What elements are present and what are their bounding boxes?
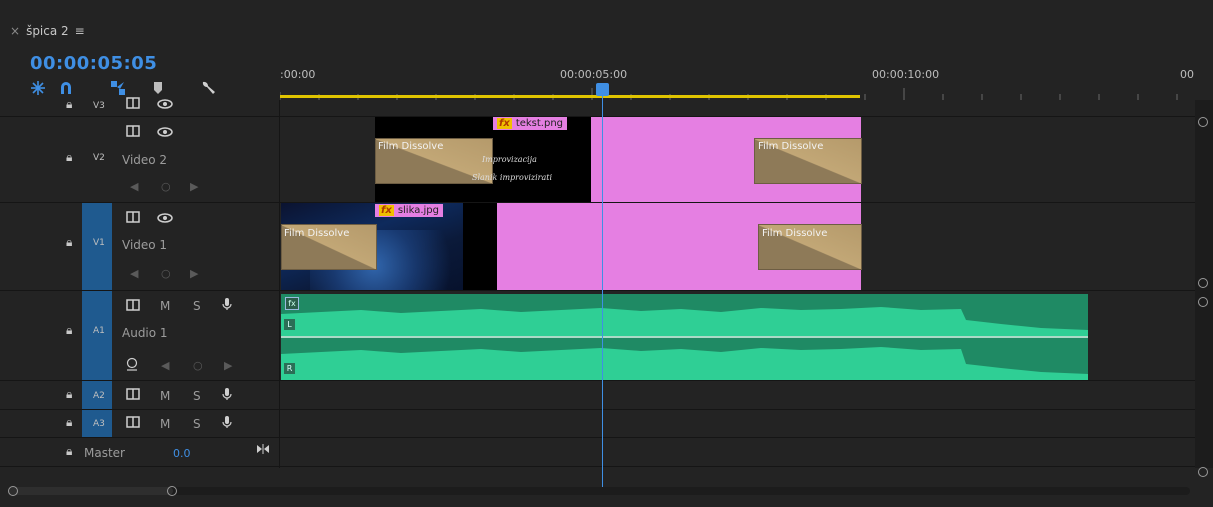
transition-label: Film Dissolve <box>762 228 828 239</box>
fx-badge[interactable]: fx <box>497 118 512 129</box>
zoom-scroll-track <box>8 487 1190 495</box>
playhead-handle[interactable] <box>596 83 609 96</box>
track-divider <box>0 409 1195 410</box>
audio-waveform <box>281 307 1088 380</box>
track-a3-name[interactable]: A3 <box>93 419 105 429</box>
eye-icon[interactable] <box>157 98 173 112</box>
clip-tekst-caption-1: Improvizacija <box>482 155 537 164</box>
zoom-scrollbar[interactable] <box>0 485 1195 497</box>
track-v1-name[interactable]: V1 <box>93 238 105 248</box>
add-keyframe-icon[interactable]: ○ <box>193 359 203 372</box>
zoom-scroll-thumb[interactable] <box>8 487 173 495</box>
scroll-handle[interactable] <box>1198 467 1208 477</box>
lock-icon[interactable]: 🔒︎ <box>66 235 72 250</box>
playhead-line[interactable] <box>602 96 603 488</box>
transition-label: Film Dissolve <box>284 228 350 239</box>
add-keyframe-icon[interactable]: ○ <box>161 267 171 280</box>
track-a1-name[interactable]: A1 <box>93 326 105 336</box>
linked-selection-icon[interactable] <box>110 80 126 96</box>
audio-channel-left: L <box>284 319 295 330</box>
sync-lock-icon[interactable] <box>126 299 140 314</box>
work-area-bar[interactable] <box>280 95 860 98</box>
add-keyframe-icon[interactable]: ○ <box>161 180 171 193</box>
track-divider <box>0 380 1195 381</box>
lock-icon[interactable]: 🔒︎ <box>66 444 72 459</box>
panel-menu-icon[interactable]: ≡ <box>75 24 85 38</box>
sync-lock-icon[interactable] <box>126 125 140 140</box>
transition-label: Film Dissolve <box>758 141 824 152</box>
eye-icon[interactable] <box>157 126 173 140</box>
sync-lock-icon[interactable] <box>126 97 140 112</box>
time-ruler[interactable]: :00:00 00:00:05:00 00:00:10:00 00 <box>280 64 1194 102</box>
mute-button[interactable]: M <box>160 389 170 403</box>
lock-icon[interactable]: 🔒︎ <box>66 323 72 338</box>
prev-keyframe-icon[interactable]: ◀ <box>130 267 138 280</box>
microphone-icon[interactable] <box>222 415 232 432</box>
solo-button[interactable]: S <box>193 389 201 403</box>
sequence-tab[interactable]: × špica 2 ≡ <box>10 24 85 38</box>
fx-badge[interactable]: fx <box>285 297 299 310</box>
scroll-handle[interactable] <box>1198 278 1208 288</box>
track-v2-name[interactable]: V2 <box>93 153 105 163</box>
go-to-edit-point-icon[interactable] <box>256 443 270 457</box>
prev-keyframe-icon[interactable]: ◀ <box>161 359 169 372</box>
sync-lock-icon[interactable] <box>126 388 140 403</box>
solo-button[interactable]: S <box>193 299 201 313</box>
wrench-settings-icon[interactable] <box>200 80 216 96</box>
nest-toggle-icon[interactable] <box>30 80 46 96</box>
clip-tekst-label[interactable]: fx tekst.png <box>493 117 568 130</box>
track-v1-label: Video 1 <box>122 238 168 252</box>
sync-lock-icon[interactable] <box>126 416 140 431</box>
playhead-timecode[interactable]: 00:00:05:05 <box>30 53 157 74</box>
prev-keyframe-icon[interactable]: ◀ <box>130 180 138 193</box>
zoom-handle-left[interactable] <box>8 486 18 496</box>
track-v2-label: Video 2 <box>122 153 168 167</box>
header-divider <box>279 100 280 468</box>
master-volume-value[interactable]: 0.0 <box>173 447 191 460</box>
clip-tekst-name: tekst.png <box>515 118 564 129</box>
scroll-handle[interactable] <box>1198 297 1208 307</box>
lock-icon[interactable]: 🔒︎ <box>66 387 72 402</box>
lock-icon[interactable]: 🔒︎ <box>66 97 72 112</box>
audio-channel-right: R <box>284 363 295 374</box>
sync-lock-icon[interactable] <box>126 211 140 226</box>
volume-knob-icon[interactable] <box>126 357 138 374</box>
lock-icon[interactable]: 🔒︎ <box>66 415 72 430</box>
lock-icon[interactable]: 🔒︎ <box>66 150 72 165</box>
track-divider <box>0 437 1195 438</box>
scroll-handle[interactable] <box>1198 117 1208 127</box>
solo-button[interactable]: S <box>193 417 201 431</box>
track-v3-name[interactable]: V3 <box>93 101 105 111</box>
track-divider <box>0 466 1195 467</box>
clip-slika-name: slika.jpg <box>397 205 439 216</box>
zoom-handle-right[interactable] <box>167 486 177 496</box>
clip-slika-label[interactable]: fx slika.jpg <box>375 204 443 217</box>
sequence-tab-title: špica 2 <box>26 24 69 38</box>
master-label: Master <box>84 446 125 460</box>
transition-label: Film Dissolve <box>378 141 444 152</box>
add-marker-icon[interactable] <box>150 80 166 96</box>
next-keyframe-icon[interactable]: ▶ <box>224 359 232 372</box>
microphone-icon[interactable] <box>222 387 232 404</box>
close-tab-icon[interactable]: × <box>10 24 20 38</box>
clip-tekst-caption-2: Slanik improvizirati <box>472 173 553 182</box>
mute-button[interactable]: M <box>160 299 170 313</box>
snap-magnet-icon[interactable] <box>58 80 74 96</box>
eye-icon[interactable] <box>157 212 173 226</box>
track-a2-name[interactable]: A2 <box>93 391 105 401</box>
microphone-icon[interactable] <box>222 297 232 314</box>
next-keyframe-icon[interactable]: ▶ <box>190 267 198 280</box>
track-a1-label: Audio 1 <box>122 326 168 340</box>
timeline-panel: × špica 2 ≡ 00:00:05:05 :00:00 00:00:05:00… <box>0 0 1213 507</box>
track-divider <box>0 290 1195 291</box>
mute-button[interactable]: M <box>160 417 170 431</box>
fx-badge[interactable]: fx <box>379 205 394 216</box>
next-keyframe-icon[interactable]: ▶ <box>190 180 198 193</box>
